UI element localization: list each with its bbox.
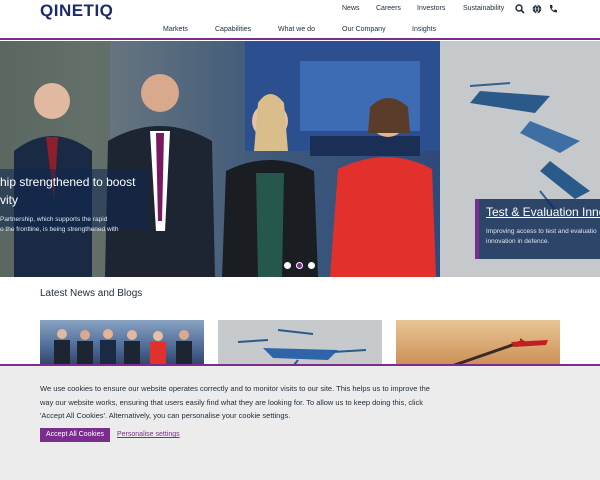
hero-desc-right-line2: innovation in defence. — [486, 238, 550, 245]
carousel-dot-2[interactable] — [296, 262, 303, 269]
main-nav: Markets Capabilities What we do Our Comp… — [0, 20, 600, 40]
nav-markets[interactable]: Markets — [163, 26, 188, 33]
globe-icon[interactable] — [532, 4, 542, 14]
news-card-2[interactable] — [218, 320, 382, 370]
news-card-2-image — [237, 329, 367, 370]
investors-link[interactable]: Investors — [417, 5, 445, 12]
news-card-3-image — [445, 338, 548, 370]
search-icon[interactable] — [515, 4, 525, 14]
personalise-settings-link[interactable]: Personalise settings — [117, 431, 180, 438]
nav-our-company[interactable]: Our Company — [342, 26, 386, 33]
hero-slide-photo[interactable] — [0, 41, 440, 277]
phone-icon[interactable] — [548, 4, 558, 14]
carousel-dot-1[interactable] — [284, 262, 291, 269]
hero-desc-left-line2: o the frontline, is being strengthened w… — [0, 226, 119, 233]
hero-title-right[interactable]: Test & Evaluation Inno — [486, 205, 600, 219]
nav-insights[interactable]: Insights — [412, 26, 436, 33]
news-card-1[interactable] — [40, 320, 204, 370]
hero-title-left[interactable]: hip strengthened to boost — [0, 175, 135, 189]
hero-desc-left-line1: Partnership, which supports the rapid — [0, 216, 108, 223]
news-link[interactable]: News — [342, 5, 360, 12]
careers-link[interactable]: Careers — [376, 5, 401, 12]
carousel-dot-3[interactable] — [308, 262, 315, 269]
hero-carousel: hip strengthened to boost vity Partnersh… — [0, 41, 600, 277]
nav-capabilities[interactable]: Capabilities — [215, 26, 251, 33]
hero-desc-left: Partnership, which supports the rapid o … — [0, 215, 150, 235]
cookie-text: We use cookies to ensure our website ope… — [40, 384, 430, 420]
cookie-banner: We use cookies to ensure our website ope… — [0, 364, 600, 480]
hero-title-left-line2[interactable]: vity — [0, 193, 18, 207]
news-heading: Latest News and Blogs — [40, 288, 143, 299]
sustainability-link[interactable]: Sustainability — [463, 5, 504, 12]
hero-desc-right: Improving access to test and evaluatio i… — [486, 227, 600, 247]
accept-all-cookies-button[interactable]: Accept All Cookies — [40, 428, 110, 442]
news-card-1-image — [54, 329, 192, 370]
people-photo — [0, 41, 440, 277]
top-bar: QINETIQ News Careers Investors Sustainab… — [0, 0, 600, 20]
nav-what-we-do[interactable]: What we do — [278, 26, 315, 33]
news-card-3[interactable] — [396, 320, 560, 370]
logo[interactable]: QINETIQ — [40, 1, 113, 21]
hero-desc-right-line1: Improving access to test and evaluatio — [486, 228, 597, 235]
